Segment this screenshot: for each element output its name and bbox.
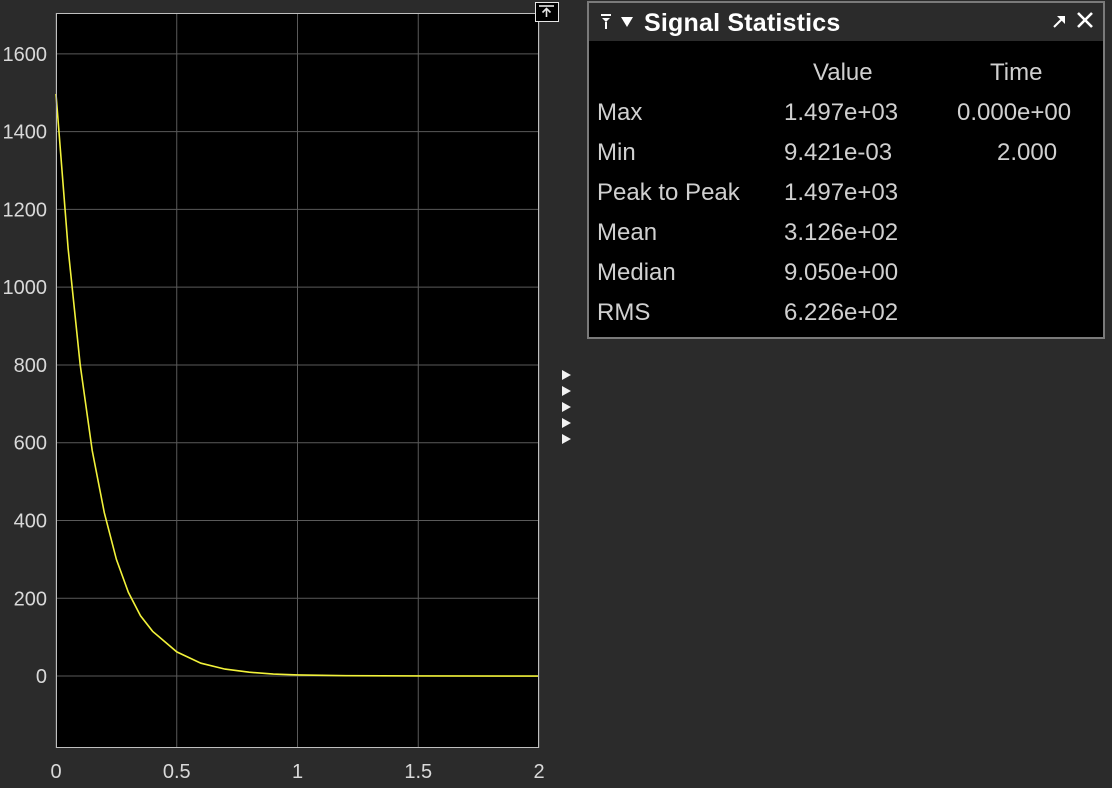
stat-value: 6.226e+02 — [784, 299, 899, 326]
triangle-right-icon[interactable] — [562, 418, 571, 428]
stats-row-median: Median 9.050e+00 — [589, 241, 1103, 286]
y-tick-label: 200 — [14, 588, 47, 610]
x-axis-tick-labels: 0 0.5 1 1.5 2 — [50, 761, 544, 783]
scope-window: 1600 1400 1200 1000 800 600 400 200 0 0 0.5 1 1.5 2 — [0, 0, 1112, 788]
x-tick-label: 0.5 — [163, 761, 191, 783]
undock-icon[interactable] — [535, 2, 559, 22]
stats-column-headers: Value Time — [589, 41, 1103, 86]
stat-label: RMS — [597, 299, 651, 326]
stats-row-min: Min 9.421e-03 2.000 — [589, 121, 1103, 166]
triangle-right-icon[interactable] — [562, 370, 571, 380]
stats-row-rms: RMS 6.226e+02 — [589, 281, 1103, 326]
side-arrow-group — [562, 368, 574, 448]
pin-icon[interactable] — [599, 12, 613, 32]
scope-plot[interactable]: 1600 1400 1200 1000 800 600 400 200 0 0 0.5 1 1.5 2 — [0, 0, 580, 788]
triangle-right-icon[interactable] — [562, 386, 571, 396]
y-tick-label: 600 — [14, 433, 47, 455]
y-tick-label: 1400 — [3, 122, 48, 144]
stats-panel-title: Signal Statistics — [644, 9, 841, 37]
undock-arrow-icon[interactable] — [1051, 12, 1067, 30]
y-axis-tick-labels: 1600 1400 1200 1000 800 600 400 200 0 — [3, 44, 48, 688]
y-tick-label: 1200 — [3, 199, 48, 221]
signal-statistics-panel: Signal Statistics Value Time Max 1.497e+… — [587, 1, 1105, 339]
triangle-right-icon[interactable] — [562, 434, 571, 444]
triangle-down-icon[interactable] — [620, 12, 634, 32]
x-tick-label: 2 — [533, 761, 544, 783]
y-tick-label: 1600 — [3, 44, 48, 66]
y-tick-label: 800 — [14, 355, 47, 377]
stats-panel-header: Signal Statistics — [589, 3, 1103, 41]
stats-row-peak-to-peak: Peak to Peak 1.497e+03 — [589, 161, 1103, 206]
stats-table: Value Time Max 1.497e+03 0.000e+00 Min 9… — [589, 41, 1103, 326]
y-tick-label: 400 — [14, 511, 47, 533]
triangle-right-icon[interactable] — [562, 402, 571, 412]
x-tick-label: 1 — [292, 761, 303, 783]
x-tick-label: 1.5 — [404, 761, 432, 783]
close-icon[interactable] — [1075, 10, 1095, 30]
y-tick-label: 1000 — [3, 277, 48, 299]
y-tick-label: 0 — [36, 666, 47, 688]
stats-row-mean: Mean 3.126e+02 — [589, 201, 1103, 246]
x-tick-label: 0 — [50, 761, 61, 783]
stats-row-max: Max 1.497e+03 0.000e+00 — [589, 81, 1103, 126]
